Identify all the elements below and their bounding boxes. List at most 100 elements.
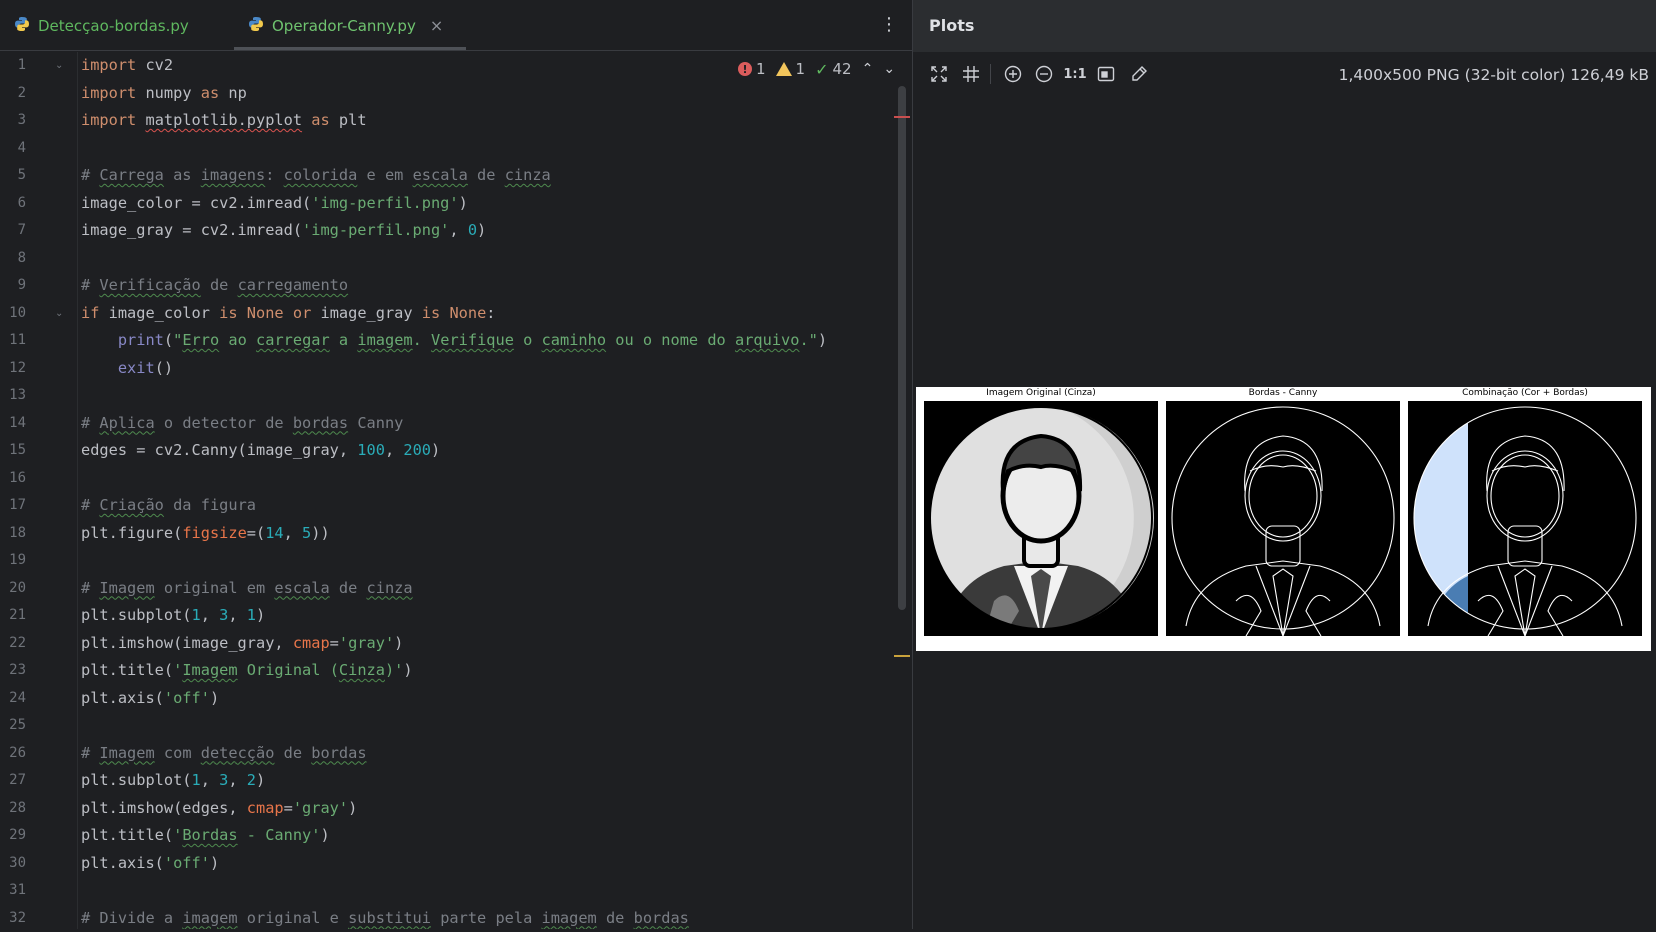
code-line[interactable]: import numpy as np: [81, 80, 247, 108]
code-token: image_color = cv2.imread(: [81, 194, 311, 212]
tab-operador-canny[interactable]: Operador-Canny.py ×: [248, 0, 443, 51]
code-token: cmap: [247, 799, 284, 817]
code-token: [302, 111, 311, 129]
code-token: Carrega: [99, 166, 163, 184]
code-line[interactable]: import cv2: [81, 52, 173, 80]
more-options-icon[interactable]: ⋮: [880, 14, 898, 35]
tab-label: Operador-Canny.py: [272, 17, 416, 35]
code-line[interactable]: import matplotlib.pyplot as plt: [81, 107, 367, 135]
code-line[interactable]: # Aplica o detector de bordas Canny: [81, 410, 403, 438]
code-token: detecção: [201, 744, 275, 762]
code-token: =: [284, 799, 293, 817]
background-icon[interactable]: [1094, 62, 1118, 86]
code-line[interactable]: image_color = cv2.imread('img-perfil.png…: [81, 190, 468, 218]
code-line[interactable]: image_gray = cv2.imread('img-perfil.png'…: [81, 217, 486, 245]
code-token: colorida: [284, 166, 358, 184]
code-token: de: [330, 579, 367, 597]
code-token: Verificação: [99, 276, 200, 294]
code-token: # Divide a: [81, 909, 182, 927]
code-token: #: [81, 744, 99, 762]
code-token: [284, 304, 293, 322]
close-icon[interactable]: ×: [430, 16, 443, 35]
code-token: Original (: [238, 661, 339, 679]
toolbar-separator: [990, 64, 991, 84]
error-count-value: 1: [756, 60, 766, 78]
code-token: #: [81, 276, 99, 294]
code-token: plt.subplot(: [81, 771, 192, 789]
code-line[interactable]: # Criação da figura: [81, 492, 256, 520]
code-token: Erro: [182, 331, 219, 349]
error-count[interactable]: ! 1: [738, 60, 766, 78]
line-number: 27: [0, 767, 26, 795]
code-token: 200: [403, 441, 431, 459]
code-line[interactable]: plt.subplot(1, 3, 1): [81, 602, 265, 630]
code-token: None: [247, 304, 284, 322]
code-token: ,: [228, 771, 246, 789]
tab-label: Detecçao-bordas.py: [38, 17, 189, 35]
inspection-widget[interactable]: ! 1 1 ✓ 42 ⌃ ⌄: [738, 58, 895, 80]
code-token: )': [385, 661, 403, 679]
code-line[interactable]: if image_color is None or image_gray is …: [81, 300, 496, 328]
actual-size-icon[interactable]: 1:1: [1063, 62, 1087, 86]
zoom-in-icon[interactable]: [1001, 62, 1025, 86]
editor-pane: Detecçao-bordas.py Operador-Canny.py × ⋮…: [0, 0, 912, 929]
error-stripe-marker[interactable]: [894, 116, 910, 118]
color-picker-icon[interactable]: [1127, 62, 1151, 86]
code-token: 0: [468, 221, 477, 239]
code-area[interactable]: import cv2import numpy as npimport matpl…: [81, 52, 901, 929]
code-line[interactable]: plt.title('Imagem Original (Cinza)'): [81, 657, 413, 685]
zoom-out-icon[interactable]: [1032, 62, 1056, 86]
code-token: de: [274, 744, 311, 762]
code-line[interactable]: print("Erro ao carregar a imagem. Verifi…: [81, 327, 827, 355]
code-token: 'off': [164, 689, 210, 707]
code-line[interactable]: edges = cv2.Canny(image_gray, 100, 200): [81, 437, 440, 465]
line-number: 5: [0, 162, 26, 190]
code-line[interactable]: # Verificação de carregamento: [81, 272, 348, 300]
line-number: 2: [0, 80, 26, 108]
code-token: ,: [449, 221, 467, 239]
next-highlight-icon[interactable]: ⌄: [883, 61, 895, 77]
line-number: 13: [0, 382, 26, 410]
code-token: :: [486, 304, 495, 322]
code-token: 3: [219, 606, 228, 624]
plot-image[interactable]: Imagem Original (Cinza) Bordas - Canny C…: [916, 387, 1651, 651]
code-line[interactable]: exit(): [81, 355, 173, 383]
fold-icon[interactable]: ⌄: [55, 308, 63, 319]
line-number: 19: [0, 547, 26, 575]
code-line[interactable]: plt.figure(figsize=(14, 5)): [81, 520, 330, 548]
warning-count[interactable]: 1: [776, 60, 806, 78]
warning-stripe-marker[interactable]: [894, 655, 910, 657]
code-token: [238, 304, 247, 322]
previous-highlight-icon[interactable]: ⌃: [862, 61, 874, 77]
code-token: image_gray: [311, 304, 422, 322]
code-line[interactable]: # Imagem com detecção de bordas: [81, 740, 367, 768]
ok-count[interactable]: ✓ 42: [815, 60, 852, 79]
code-line[interactable]: # Divide a imagem original e substitui p…: [81, 905, 689, 930]
code-token: plt.imshow(edges,: [81, 799, 247, 817]
code-line[interactable]: plt.subplot(1, 3, 2): [81, 767, 265, 795]
code-token: plt.figure(: [81, 524, 182, 542]
line-number: 30: [0, 850, 26, 878]
fit-icon[interactable]: [927, 62, 951, 86]
code-line[interactable]: plt.imshow(edges, cmap='gray'): [81, 795, 357, 823]
code-line[interactable]: plt.axis('off'): [81, 850, 219, 878]
code-token: #: [81, 166, 99, 184]
code-token: de: [468, 166, 505, 184]
code-token: e em: [357, 166, 412, 184]
code-token: cv2: [136, 56, 173, 74]
code-line[interactable]: plt.axis('off'): [81, 685, 219, 713]
code-token: ': [173, 826, 182, 844]
code-line[interactable]: # Imagem original em escala de cinza: [81, 575, 413, 603]
code-token: edges = cv2.Canny(image_gray,: [81, 441, 357, 459]
code-line[interactable]: plt.imshow(image_gray, cmap='gray'): [81, 630, 403, 658]
editor-tab-bar: Detecçao-bordas.py Operador-Canny.py × ⋮: [0, 0, 912, 51]
code-token: ): [477, 221, 486, 239]
code-line[interactable]: # Carrega as imagens: colorida e em esca…: [81, 162, 551, 190]
code-line[interactable]: plt.title('Bordas - Canny'): [81, 822, 330, 850]
tab-deteccao-bordas[interactable]: Detecçao-bordas.py: [14, 0, 189, 51]
grid-icon[interactable]: [959, 62, 983, 86]
code-token: 14: [265, 524, 283, 542]
fold-icon[interactable]: ⌄: [55, 60, 63, 71]
vertical-scrollbar[interactable]: [898, 86, 906, 610]
code-token: 1: [192, 771, 201, 789]
